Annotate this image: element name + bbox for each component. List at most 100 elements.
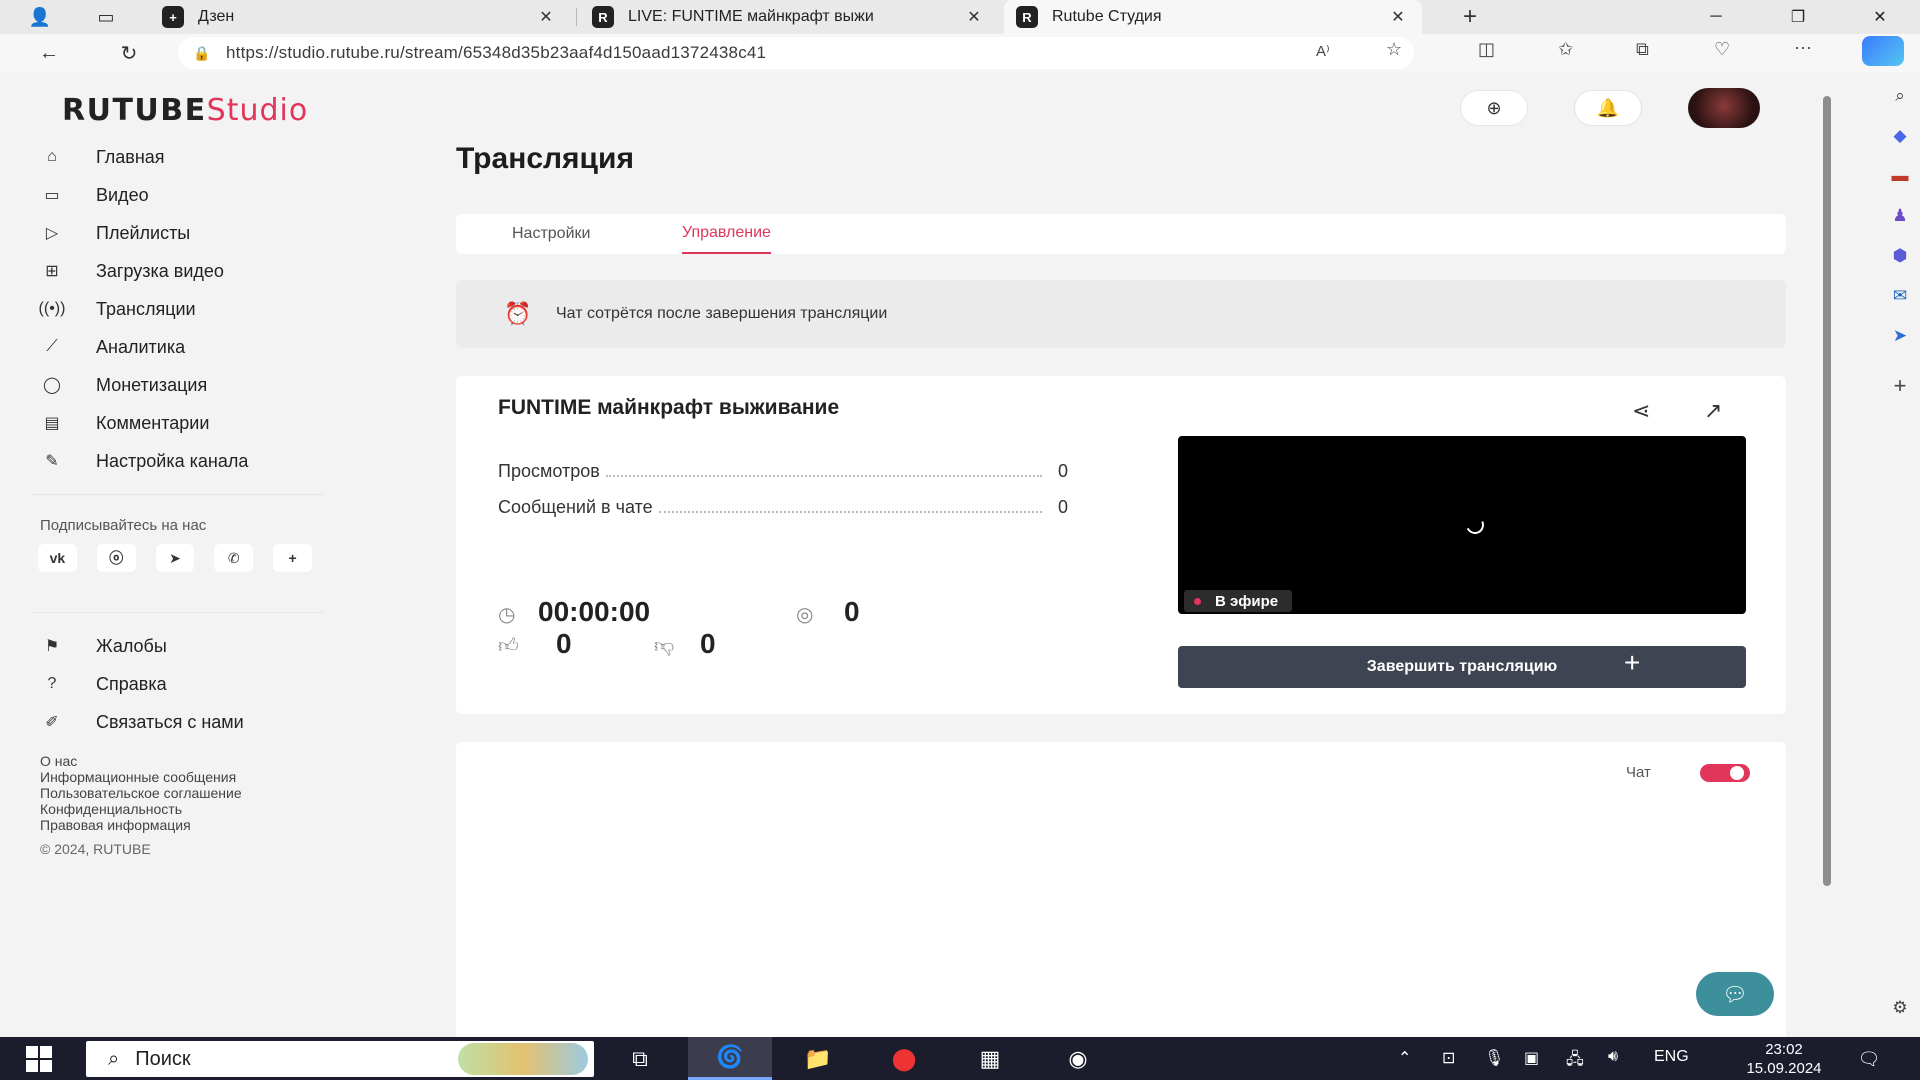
end-broadcast-label: Завершить трансляцию: [1366, 658, 1558, 675]
file-explorer-icon[interactable]: 📁: [776, 1037, 860, 1080]
read-aloud-icon[interactable]: A⁾: [1316, 42, 1330, 60]
share-icon[interactable]: ⋖: [1632, 398, 1650, 424]
tab-rutube-studio[interactable]: R Rutube Студия ✕: [1004, 0, 1422, 34]
new-tab-icon[interactable]: +: [1454, 3, 1486, 30]
microphone-icon[interactable]: 🎙︎: [1484, 1048, 1504, 1068]
footer-link-privacy[interactable]: Конфиденциальность: [40, 801, 332, 817]
back-icon[interactable]: ←: [32, 38, 66, 68]
studio-page: RUTUBEStudio ⊕ 🔔 ⌂ Главная ▭ Видео ▷ Плейли…: [6, 72, 1820, 1037]
footer-link-about[interactable]: О нас: [40, 753, 332, 769]
end-broadcast-button[interactable]: Завершить трансляцию: [1178, 646, 1746, 688]
search-icon[interactable]: ⌕: [1886, 82, 1914, 110]
tab-settings[interactable]: Настройки: [512, 214, 590, 254]
tag-icon[interactable]: ◆: [1886, 122, 1914, 150]
notifications-button[interactable]: 🔔: [1574, 90, 1642, 126]
split-screen-icon[interactable]: ◫: [1478, 39, 1495, 60]
meet-now-icon[interactable]: ⊡: [1442, 1048, 1455, 1068]
sidebar-item-complaints[interactable]: ⚑ Жалобы: [32, 627, 332, 665]
show-hidden-icons-chevron-icon[interactable]: ⌃: [1398, 1048, 1411, 1068]
open-external-icon[interactable]: ↗: [1704, 398, 1722, 424]
video-player[interactable]: В эфире: [1178, 436, 1746, 614]
telegram-icon[interactable]: ➤: [155, 544, 195, 572]
people-icon[interactable]: ♟: [1886, 202, 1914, 230]
ok-icon[interactable]: ⓞ: [96, 544, 136, 572]
minimize-icon[interactable]: ─: [1686, 0, 1746, 34]
volume-icon[interactable]: 🔊︎: [1608, 1048, 1618, 1066]
add-sidebar-app-icon[interactable]: +: [1886, 372, 1914, 400]
network-icon[interactable]: 🖧: [1566, 1048, 1584, 1075]
copilot-app-icon[interactable]: ⬢: [1886, 242, 1914, 270]
favorite-star-icon[interactable]: ☆: [1386, 39, 1402, 60]
more-menu-icon[interactable]: ···: [1794, 37, 1812, 58]
copilot-icon[interactable]: [1862, 36, 1904, 66]
sidebar-item-help[interactable]: ? Справка: [32, 665, 332, 703]
edge-browser-icon[interactable]: 🌀: [688, 1037, 772, 1080]
outlook-icon[interactable]: ✉: [1886, 282, 1914, 310]
avatar[interactable]: [1688, 88, 1760, 128]
sidebar-item-label: Аналитика: [96, 336, 186, 357]
browser-essentials-icon[interactable]: ♡: [1714, 39, 1730, 60]
refresh-icon[interactable]: ↻: [112, 38, 146, 68]
help-icon: ?: [47, 675, 57, 692]
footer-link-legal[interactable]: Правовая информация: [40, 817, 332, 833]
display-icon[interactable]: ▣: [1524, 1048, 1539, 1068]
footer-link-info[interactable]: Информационные сообщения: [40, 769, 332, 785]
sidebar-item-home[interactable]: ⌂ Главная: [32, 138, 332, 176]
support-chat-button[interactable]: 💬︎: [1696, 972, 1774, 1016]
sidebar-item-label: Справка: [96, 673, 167, 694]
minecraft-icon[interactable]: ▦: [948, 1037, 1032, 1080]
sidebar-item-video[interactable]: ▭ Видео: [32, 176, 332, 214]
viewers-eye-icon: ◎: [796, 604, 814, 626]
close-window-icon[interactable]: ✕: [1850, 0, 1910, 34]
profile-icon[interactable]: 👤: [24, 4, 56, 30]
vk-icon[interactable]: vk: [38, 544, 77, 572]
notification-center-icon[interactable]: 🗨︎: [1852, 1045, 1886, 1073]
taskbar-search-input[interactable]: ⌕ Поиск: [86, 1041, 594, 1077]
lock-icon[interactable]: 🔒: [178, 45, 226, 62]
tab-live-funtime[interactable]: R LIVE: FUNTIME майнкрафт выжи ✕: [580, 0, 998, 34]
sidebar-item-label: Видео: [96, 184, 149, 205]
favorites-icon[interactable]: ✩: [1558, 39, 1573, 60]
footer-link-terms[interactable]: Пользовательское соглашение: [40, 785, 332, 801]
windows-start-icon[interactable]: [18, 1045, 60, 1073]
follow-us-label: Подписывайтесь на нас: [40, 517, 207, 534]
collections-icon[interactable]: ⧉: [1636, 39, 1649, 60]
page-scrollbar[interactable]: [1820, 72, 1834, 1034]
viber-icon[interactable]: ✆: [214, 544, 254, 572]
rutube-studio-logo[interactable]: RUTUBEStudio: [62, 93, 308, 128]
sidebar-item-channel-settings[interactable]: ✎ Настройка канала: [32, 442, 332, 480]
clock[interactable]: 23:02 15.09.2024: [1736, 1040, 1832, 1078]
sidebar-item-contact[interactable]: ✐ Связаться с нами: [32, 703, 332, 741]
task-view-icon[interactable]: ⧉: [598, 1037, 682, 1080]
close-tab-icon[interactable]: ✕: [534, 7, 558, 27]
close-tab-icon[interactable]: ✕: [962, 7, 986, 27]
sidebar-item-analytics[interactable]: ⟋ Аналитика: [32, 328, 332, 366]
close-tab-icon[interactable]: ✕: [1386, 7, 1410, 27]
scrollbar-thumb[interactable]: [1823, 96, 1831, 886]
obs-studio-icon[interactable]: ◉: [1036, 1037, 1120, 1080]
dot-leader: [605, 475, 1042, 477]
broadcast-icon: ((•)): [38, 300, 66, 317]
page-title: Трансляция: [456, 142, 634, 175]
sidebar-item-comments[interactable]: ▤ Комментарии: [32, 404, 332, 442]
sidebar-settings-gear-icon[interactable]: ⚙: [1886, 994, 1914, 1022]
upload-button[interactable]: ⊕: [1460, 90, 1528, 126]
sidebar-item-playlists[interactable]: ▷ Плейлисты: [32, 214, 332, 252]
sidebar-item-label: Монетизация: [96, 374, 208, 395]
sidebar-item-label: Связаться с нами: [96, 711, 244, 732]
url-field[interactable]: 🔒 https://studio.rutube.ru/stream/65348d…: [178, 37, 1414, 69]
workspaces-icon[interactable]: ▭: [90, 4, 122, 30]
language-indicator[interactable]: ENG: [1654, 1048, 1689, 1066]
tab-zen[interactable]: + Дзен ✕: [150, 0, 570, 34]
toolbox-icon[interactable]: ▬: [1886, 162, 1914, 190]
sidebar-item-upload[interactable]: ⊞ Загрузка видео: [32, 252, 332, 290]
search-icon: ⌕: [108, 1047, 120, 1070]
app-red-icon[interactable]: ⬤: [862, 1037, 946, 1080]
send-icon[interactable]: ➤: [1886, 322, 1914, 350]
more-social-icon[interactable]: +: [273, 544, 312, 572]
tab-management[interactable]: Управление: [682, 214, 771, 254]
sidebar-item-monetization[interactable]: ◯ Монетизация: [32, 366, 332, 404]
sidebar-item-broadcasts[interactable]: ((•)) Трансляции: [32, 290, 332, 328]
restore-icon[interactable]: ❐: [1768, 0, 1828, 34]
chat-toggle[interactable]: [1700, 764, 1750, 782]
